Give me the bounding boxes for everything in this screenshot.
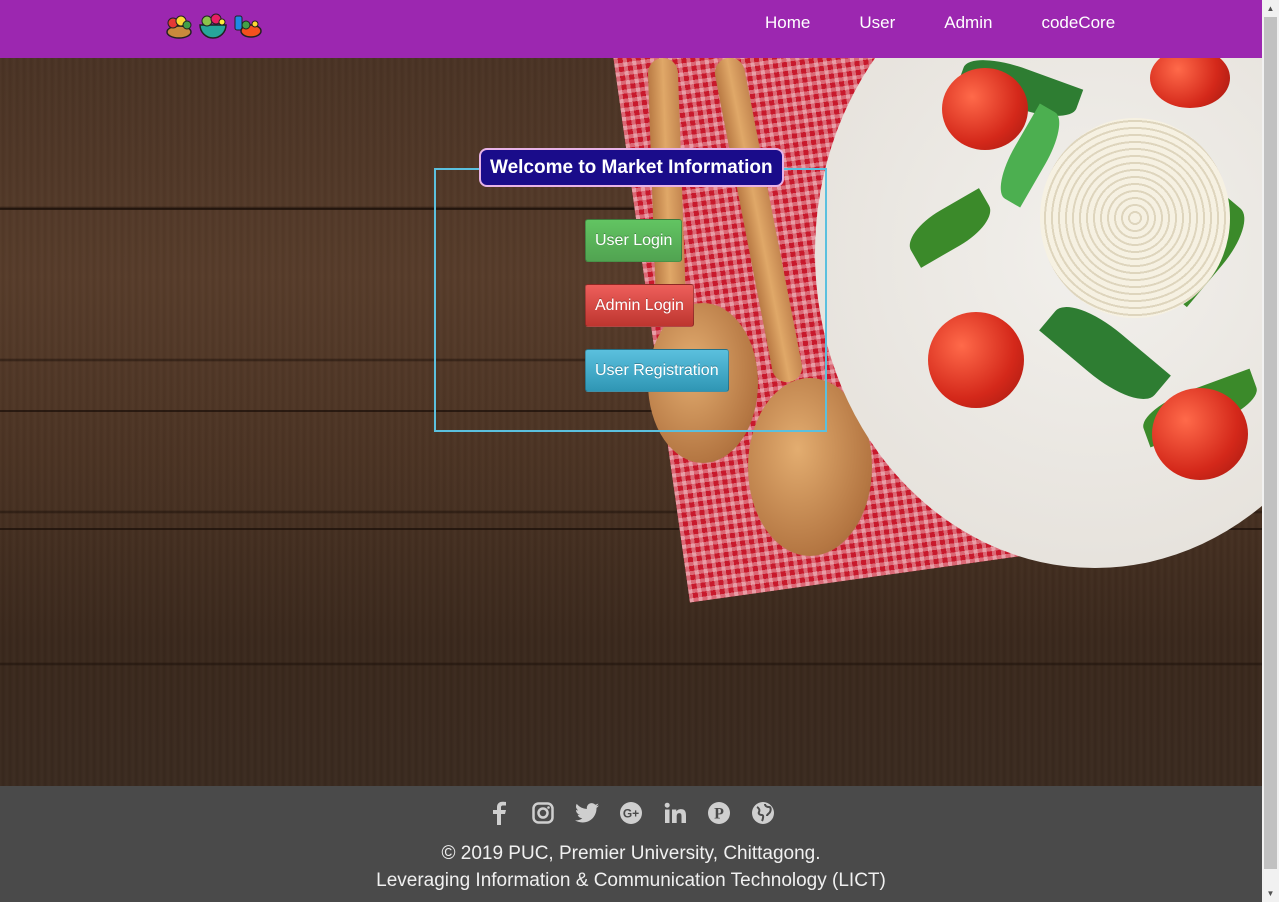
social-links: G+ P: [486, 800, 776, 826]
fruit-basket-icon: [166, 15, 192, 39]
user-login-button[interactable]: User Login: [585, 219, 683, 262]
scroll-up-arrow-icon[interactable]: ▲: [1262, 0, 1279, 17]
nav-codecore-link[interactable]: codeCore: [1041, 14, 1115, 32]
footer-tagline: Leveraging Information & Communication T…: [376, 870, 886, 891]
cheese-topping: [1040, 118, 1230, 318]
linkedin-icon[interactable]: [662, 800, 688, 826]
user-registration-button[interactable]: User Registration: [585, 349, 729, 392]
scrollbar-thumb[interactable]: [1264, 17, 1277, 869]
svg-text:G+: G+: [623, 807, 639, 821]
svg-text:P: P: [714, 806, 724, 823]
site-logo[interactable]: [164, 10, 262, 42]
facebook-icon[interactable]: [486, 800, 512, 826]
nav-user-link[interactable]: User: [859, 14, 895, 32]
scroll-down-arrow-icon[interactable]: ▼: [1262, 885, 1279, 902]
admin-login-button[interactable]: Admin Login: [585, 284, 694, 327]
instagram-icon[interactable]: [530, 800, 556, 826]
google-plus-icon[interactable]: G+: [618, 800, 644, 826]
welcome-title: Welcome to Market Information: [479, 148, 784, 187]
pinterest-icon[interactable]: P: [706, 800, 732, 826]
vegetables-icon: [234, 15, 262, 38]
navbar: Home User Admin codeCore: [0, 0, 1262, 58]
twitter-icon[interactable]: [574, 800, 600, 826]
nav-links: Home User Admin codeCore: [765, 14, 1115, 32]
nav-home-link[interactable]: Home: [765, 14, 810, 32]
vertical-scrollbar[interactable]: ▲ ▼: [1262, 0, 1279, 902]
footer-copyright: © 2019 PUC, Premier University, Chittago…: [441, 843, 821, 864]
salad-bowl-icon: [199, 13, 227, 39]
nav-admin-link[interactable]: Admin: [944, 14, 992, 32]
globe-icon[interactable]: [750, 800, 776, 826]
